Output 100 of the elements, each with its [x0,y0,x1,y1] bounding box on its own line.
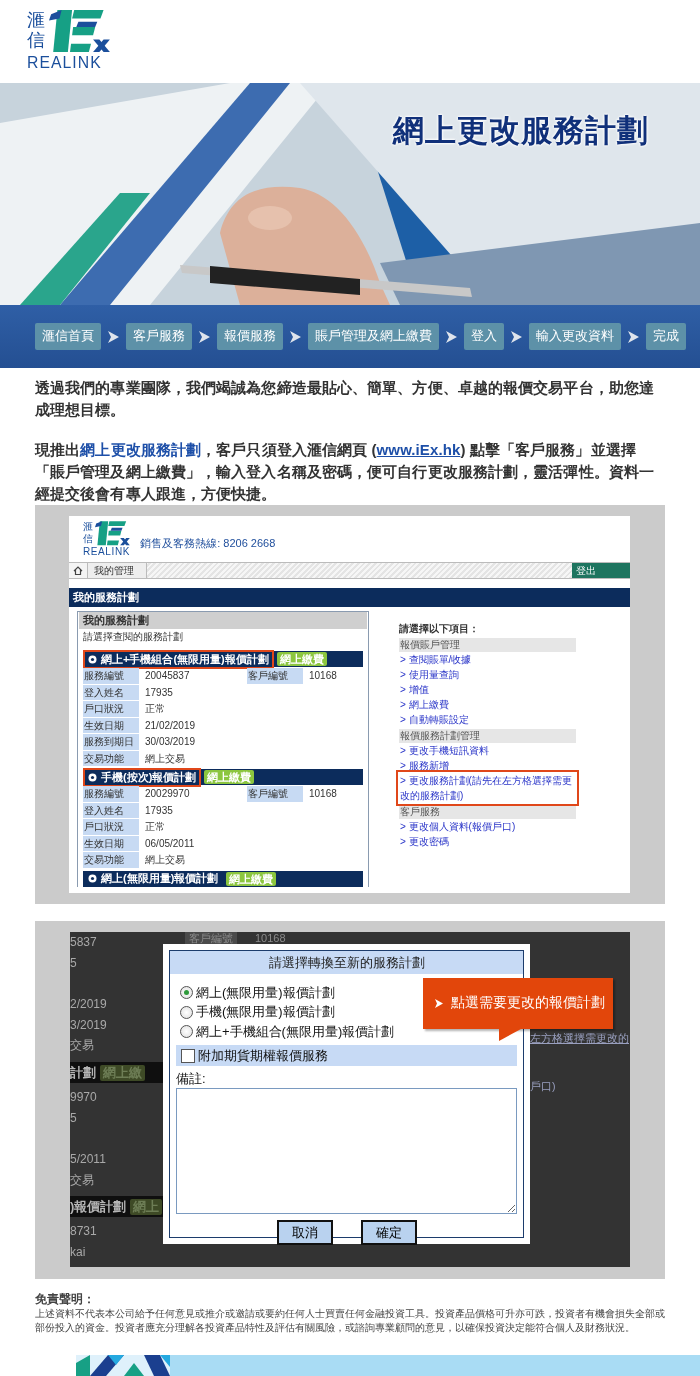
plan-name[interactable]: 網上+手機組合(無限用量)報價計劃 [101,651,269,667]
radio-button[interactable] [180,1005,193,1019]
dimmed-text: 交易 [70,1172,94,1187]
field-label: 客戶編號 [247,668,303,684]
arrow-icon [199,330,210,343]
dialog-button[interactable]: 確定 [360,1220,417,1246]
dimmed-text: 10168 [255,931,286,944]
option-label[interactable]: 手機(無限用量)報價計劃 [196,1002,335,1022]
dimmed-text: 交易 [70,1038,94,1053]
bullet-icon[interactable] [88,654,97,664]
field-label: 生效日期 [83,835,139,852]
dimmed-text: kai [70,1245,86,1260]
disclaimer-title: 免責聲明： [35,1290,96,1307]
logo-wordmark: REALINK [27,54,103,72]
body-paragraph: 現推出網上更改服務計劃，客戶只須登入滙信網頁 (www.iEx.hk) 點擊「客戶服務」並選擇「賬戶管理及網上繳費」，輸入登入名稱及密碼，便可自行更改服務計劃，靈活彈性。資料一經提交後會有專人跟進，方便快捷。 [35,440,656,504]
hero-title: 網上更改服務計劃 [393,112,649,150]
radio-button[interactable] [180,986,193,1000]
field-label: 交易功能 [83,750,139,767]
dimmed-text: 計劃 [70,1063,96,1082]
panel-subtitle: 請選擇查閱的服務計劃 [83,630,184,645]
field-label: 服務到期日 [83,734,139,750]
field-label: 生效日期 [83,717,139,734]
field-value: 10168 [309,669,338,684]
field-label: 登入姓名 [83,684,139,701]
menu-link[interactable]: > 網上繳費 [399,697,576,713]
menu-link[interactable]: > 更改密碼 [399,834,576,850]
logo-character: 信 [83,533,93,544]
field-label: 交易功能 [83,852,139,868]
dialog-title: 請選擇轉換至新的服務計劃 [170,950,523,974]
dimmed-text: 5/2011 [70,1152,106,1167]
dimmed-text: 3/2019 [70,1017,107,1032]
home-icon[interactable] [73,566,83,576]
dimmed-text: 5 [70,955,77,970]
arrow-icon [108,330,119,343]
field-value: 網上交易 [145,853,186,868]
logo-wordmark: REALINK [83,546,131,558]
nav-tab[interactable]: 我的管理 [88,563,147,579]
dimmed-text: 5 [70,1110,77,1125]
field-value: 17935 [145,803,174,818]
field-value: 21/02/2019 [145,718,197,733]
menu-link[interactable]: > 查閱賬單/收據 [399,652,576,668]
chevron-icon [435,998,443,1008]
field-value: 30/03/2019 [145,735,197,750]
option-label[interactable]: 網上+手機組合(無限用量)報價計劃 [196,1021,395,1042]
menu-link[interactable]: > 更改服務計劃(請先在左方格選擇需更改的服務計劃) [399,773,576,804]
option-label[interactable]: 網上(無限用量)報價計劃 [196,982,335,1003]
page-title-bar: 我的服務計劃 [69,588,630,608]
menu-link[interactable]: > 更改手機短訊資料 [399,743,576,759]
plan-name[interactable]: 手機(按次)報價計劃 [101,769,197,785]
arrow-icon [290,330,301,343]
link[interactable]: www.iEx.hk [376,441,461,458]
logo-character: 滙 [27,12,45,31]
menu-title: 請選擇以下項目： [399,622,480,637]
menu-section-heading: 報價賬戶管理 [399,638,576,653]
field-label: 登入姓名 [83,802,139,819]
field-value: 10168 [309,787,338,802]
logo-character: 信 [27,32,45,50]
dimmed-text: 2/2019 [70,996,107,1011]
disclaimer-text: 上述資料不代表本公司給予任何意見或推介或邀請或要約任何人士買賣任何金融投資工具。投資產品價格可升亦可跌，投資者有機會損失全部或部份投入的資金。投資者應充分理解各投資產品特性及評估有關風險，或諮詢專業顧問的意見，以確保投資決定能符合個人及財務狀況。 [35,1306,665,1335]
arrow-icon [628,330,639,343]
field-value: 17935 [145,685,174,700]
plan-title[interactable]: 網上(無限用量)報價計劃 [83,869,224,889]
logo-character: 滙 [83,522,93,533]
field-value: 20045837 [145,669,191,684]
arrow-icon [446,330,457,343]
dimmed-text: 5837 [70,934,97,949]
field-value: 20029970 [145,787,191,802]
menu-link[interactable]: > 增值 [399,682,576,698]
dialog-button[interactable]: 取消 [276,1220,333,1246]
link[interactable]: 網上更改服務計劃 [80,441,202,458]
remark-label: 備註: [176,1071,207,1088]
plan-name[interactable]: 網上(無限用量)報價計劃 [101,871,219,887]
bullet-icon[interactable] [88,874,97,884]
panel-title: 我的服務計劃 [79,612,367,630]
arrow-icon [511,330,522,343]
dimmed-text: 9970 [70,1090,97,1104]
logo-mark-icon [49,8,111,55]
radio-button[interactable] [180,1025,193,1039]
dimmed-text: )報價計劃 [70,1197,127,1216]
logout-button[interactable]: 登出 [572,563,630,579]
remark-field[interactable] [176,1088,517,1215]
bullet-icon[interactable] [88,772,97,782]
field-label: 戶口狀況 [83,819,139,835]
checkbox[interactable] [181,1048,195,1063]
field-value: 網上交易 [145,751,186,766]
field-label: 客戶編號 [247,786,303,802]
checkbox-label[interactable]: 附加期貨期權報價服務 [198,1046,328,1065]
menu-link[interactable]: > 服務新增 [399,758,576,774]
field-label: 服務編號 [83,786,139,802]
field-value: 06/05/2011 [145,836,196,851]
intro-paragraph: 透過我們的專業團隊，我們竭誠為您締造最貼心、簡單、方便、卓越的報價交易平台，助您達成理想目標。 [35,378,656,420]
menu-section-heading: 報價服務計劃管理 [399,729,576,744]
field-value: 正常 [145,702,166,717]
dimmed-text: 8731 [70,1224,97,1239]
menu-link[interactable]: > 自動轉賬設定 [399,712,576,728]
menu-link[interactable]: > 更改個人資料(報價戶口) [399,819,576,835]
menu-link[interactable]: > 使用量查詢 [399,667,576,683]
field-label: 服務編號 [83,668,139,684]
field-label: 戶口狀況 [83,701,139,717]
field-value: 正常 [145,820,166,835]
